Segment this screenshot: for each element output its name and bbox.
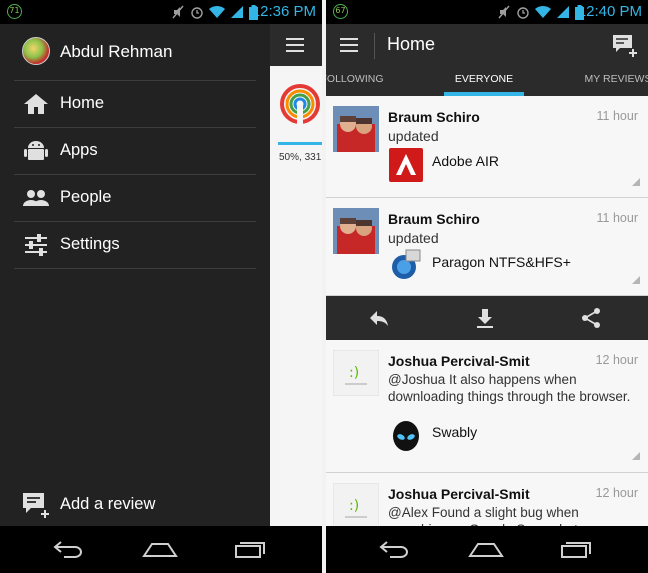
settings-sliders-icon: [25, 234, 47, 256]
paragon-icon[interactable]: [389, 248, 423, 282]
recent-apps-icon[interactable]: [560, 540, 592, 558]
drawer-item-settings[interactable]: Settings: [0, 222, 270, 268]
phone-screen-left: 71 12:36 PM Abdul Rehman Home Apps Peopl…: [0, 0, 322, 573]
page-title: Home: [387, 34, 436, 54]
app-icon: [280, 84, 320, 130]
user-name: Abdul Rehman: [60, 42, 173, 61]
clock: 12:36 PM: [251, 3, 316, 20]
back-icon[interactable]: [378, 540, 410, 558]
feed-tabs: FOLLOWING EVERYONE MY REVIEWS: [326, 66, 648, 96]
avatar: [22, 37, 50, 65]
phone-screen-right: 67 12:40 PM Home FOLLOWING EVERYONE MY R…: [326, 0, 648, 573]
divider: [374, 33, 375, 59]
main-content-peek[interactable]: 50%, 331: [270, 24, 322, 526]
battery-badge: 67: [333, 4, 348, 19]
status-icons: [171, 4, 258, 20]
android-icon: [24, 141, 48, 160]
menu-icon[interactable]: [340, 38, 358, 52]
system-navigation-bar: [326, 526, 648, 573]
corner-indicator: [632, 178, 640, 186]
add-review-icon[interactable]: [612, 34, 638, 58]
progress-text: 50%, 331: [279, 152, 322, 163]
activity-action: updated: [388, 230, 439, 246]
drawer-item-home[interactable]: Home: [0, 81, 270, 127]
add-review-label: Add a review: [60, 495, 156, 513]
add-review-button[interactable]: Add a review: [0, 486, 270, 526]
timestamp: 12 hour: [595, 486, 638, 500]
recent-apps-icon[interactable]: [234, 540, 266, 558]
avatar: [333, 106, 379, 152]
svg-text::): :): [349, 365, 359, 381]
tab-my-reviews[interactable]: MY REVIEWS: [578, 66, 648, 96]
navigation-drawer: Abdul Rehman Home Apps People Settings A…: [0, 24, 270, 526]
avatar: :): [333, 483, 379, 526]
app-name[interactable]: Swably: [432, 424, 477, 440]
author-name[interactable]: Braum Schiro: [388, 211, 480, 227]
author-name[interactable]: Joshua Percival-Smit: [388, 353, 530, 369]
system-navigation-bar: [0, 526, 322, 573]
wifi-icon: [535, 5, 551, 19]
reply-icon[interactable]: [368, 307, 390, 329]
avatar: [333, 208, 379, 254]
home-icon: [24, 94, 48, 114]
progress-bar: [278, 142, 322, 145]
adobe-air-icon[interactable]: [389, 148, 423, 182]
avatar: :): [333, 350, 379, 396]
people-icon: [23, 190, 49, 206]
drawer-user-profile[interactable]: Abdul Rehman: [0, 24, 270, 80]
drawer-item-people[interactable]: People: [0, 175, 270, 221]
activity-action: updated: [388, 128, 439, 144]
status-bar: 71 12:36 PM: [0, 0, 322, 24]
signal-icon: [557, 6, 569, 18]
alarm-icon: [517, 7, 529, 19]
add-review-icon: [23, 493, 49, 518]
feed-item[interactable]: Braum Schiro 11 hour updated Adobe AIR: [326, 96, 648, 198]
home-nav-icon[interactable]: [468, 540, 504, 558]
alarm-icon: [191, 7, 203, 19]
review-message: @Alex Found a slight bug when searching …: [388, 505, 585, 526]
drawer-item-label: People: [60, 188, 112, 206]
tab-following[interactable]: FOLLOWING: [326, 66, 392, 96]
activity-feed: Braum Schiro 11 hour updated Adobe AIR B…: [326, 96, 648, 526]
author-name[interactable]: Joshua Percival-Smit: [388, 486, 530, 502]
status-bar: 67 12:40 PM: [326, 0, 648, 24]
wifi-icon: [209, 5, 225, 19]
divider: [14, 268, 256, 269]
drawer-item-label: Home: [60, 94, 105, 112]
mute-icon: [172, 5, 184, 19]
author-name[interactable]: Braum Schiro: [388, 109, 480, 125]
battery-badge: 71: [7, 4, 22, 19]
status-icons: [497, 4, 584, 20]
drawer-item-label: Apps: [60, 141, 98, 159]
signal-icon: [231, 6, 243, 18]
mute-icon: [498, 5, 510, 19]
timestamp: 11 hour: [596, 109, 638, 123]
timestamp: 11 hour: [596, 211, 638, 225]
svg-text::): :): [349, 498, 359, 514]
item-action-strip: [326, 296, 648, 340]
peek-action-bar: [270, 24, 322, 66]
drawer-item-label: Settings: [60, 235, 120, 253]
action-bar: Home: [326, 24, 648, 66]
download-icon[interactable]: [474, 307, 496, 329]
swably-alien-icon[interactable]: [389, 420, 423, 454]
corner-indicator: [632, 452, 640, 460]
clock: 12:40 PM: [577, 3, 642, 20]
share-icon[interactable]: [580, 307, 602, 329]
corner-indicator: [632, 276, 640, 284]
home-nav-icon[interactable]: [142, 540, 178, 558]
feed-item[interactable]: Braum Schiro 11 hour updated Paragon NTF…: [326, 198, 648, 296]
feed-item[interactable]: :) Joshua Percival-Smit 12 hour @Alex Fo…: [326, 473, 648, 526]
app-name[interactable]: Paragon NTFS&HFS+: [432, 254, 571, 270]
back-icon[interactable]: [52, 540, 84, 558]
app-name[interactable]: Adobe AIR: [432, 153, 499, 169]
menu-icon[interactable]: [286, 38, 304, 52]
timestamp: 12 hour: [595, 353, 638, 367]
drawer-item-apps[interactable]: Apps: [0, 128, 270, 174]
review-message: @Joshua It also happens when downloading…: [388, 372, 631, 404]
feed-item[interactable]: :) Joshua Percival-Smit 12 hour @Joshua …: [326, 340, 648, 473]
